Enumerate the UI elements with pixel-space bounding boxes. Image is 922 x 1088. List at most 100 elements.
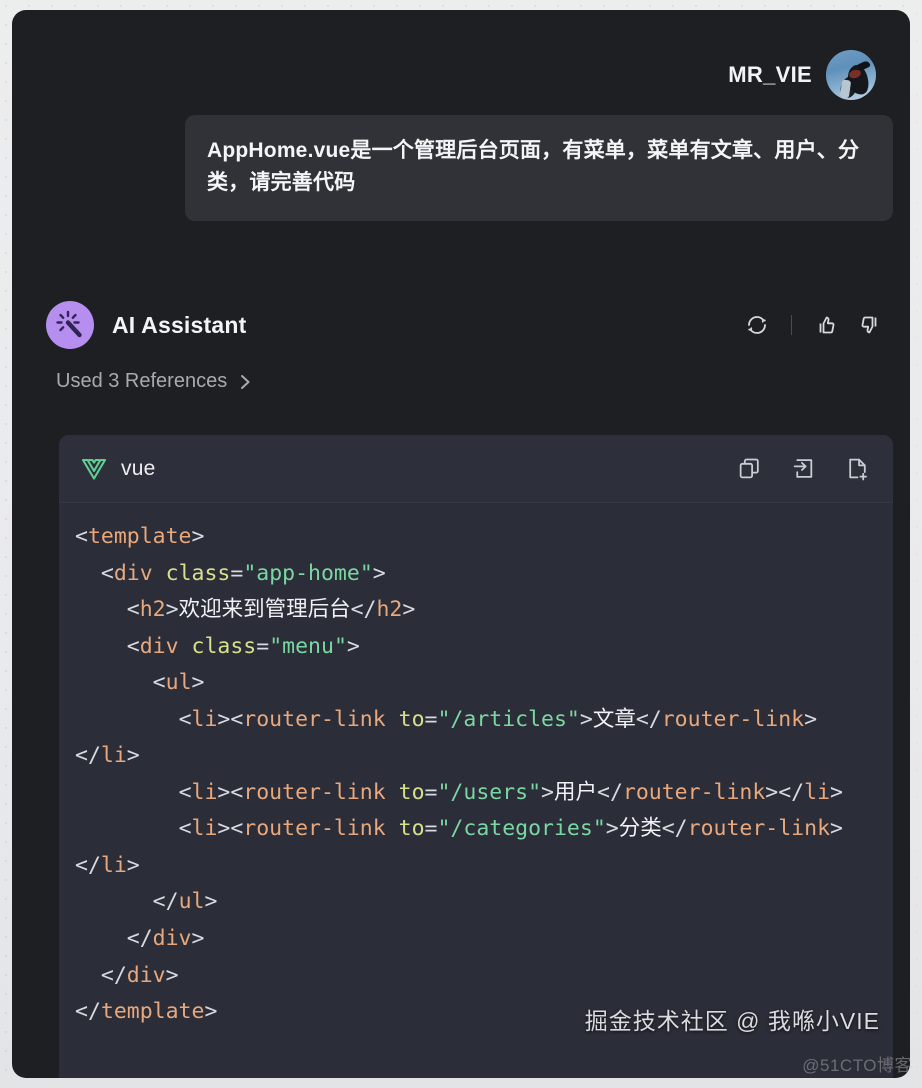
code-token-punct: > (165, 597, 179, 623)
code-token-punct (179, 634, 192, 659)
code-token-punct: > (126, 852, 140, 878)
code-token-punct (153, 561, 166, 586)
code-token-punct: > (605, 816, 619, 842)
code-token-punct: > (346, 633, 360, 659)
assistant-action-bar (743, 311, 884, 339)
code-token-str: "app-home" (243, 560, 373, 586)
code-token-str: "/articles" (437, 706, 580, 732)
code-token-tag: h2 (376, 597, 403, 623)
avatar[interactable] (826, 50, 876, 100)
code-language-label: vue (121, 456, 156, 480)
magic-wand-sparkle-glyph (56, 310, 82, 338)
regenerate-icon[interactable] (743, 311, 771, 339)
used-references-toggle[interactable]: Used 3 References (56, 370, 252, 393)
user-message-text: AppHome.vue是一个管理后台页面，有菜单，菜单有文章、用户、分类，请完善… (207, 139, 860, 194)
code-token-punct: < (75, 524, 88, 549)
copy-icon[interactable] (735, 455, 763, 483)
code-line: </ul> (75, 884, 877, 921)
code-line: <li><router-link to="/articles">文章</rout… (75, 702, 877, 775)
code-token-punct: > (126, 743, 140, 769)
code-token-tag: router-link (243, 816, 386, 842)
code-token-attr: class (191, 633, 257, 659)
watermark-secondary: @51CTO博客 (802, 1056, 912, 1075)
code-token-tag: template (87, 524, 192, 549)
code-token-tag: router-link (243, 706, 386, 732)
code-line: </div> (75, 958, 877, 995)
code-token-tag: template (100, 999, 205, 1025)
code-token-punct: > (579, 706, 593, 732)
code-line: <template> (75, 519, 877, 556)
code-token-punct: >< (217, 706, 244, 732)
code-token-punct: > (191, 670, 205, 696)
code-token-tag: div (152, 926, 192, 952)
used-references-label: Used 3 References (56, 370, 228, 392)
code-token-punct: = (424, 706, 438, 732)
watermark-primary: 掘金技术社区 @ 我喺小VIE (584, 1008, 880, 1034)
code-token-punct: > (191, 524, 205, 549)
code-token-punct: < (75, 816, 192, 842)
code-token-punct: = (230, 560, 244, 586)
code-token-attr: to (398, 706, 425, 732)
code-token-punct: > (402, 597, 416, 623)
code-token-punct: </ (350, 597, 377, 623)
code-token-punct: < (75, 560, 114, 586)
code-token-punct: = (256, 633, 270, 659)
code-token-attr: to (398, 816, 425, 842)
code-token-tag: router-link (687, 816, 831, 842)
code-line: </div> (75, 921, 877, 958)
code-token-punct: >< (217, 779, 244, 805)
insert-at-cursor-icon[interactable] (789, 455, 817, 483)
code-token-text: 用户 (554, 779, 598, 805)
code-token-str: "/categories" (437, 816, 606, 842)
code-token-punct: </ (597, 779, 623, 805)
code-token-punct: < (75, 633, 140, 659)
code-token-punct: < (75, 670, 166, 696)
code-token-punct: </ (75, 999, 101, 1025)
code-token-tag: router-link (661, 706, 805, 732)
code-token-punct: = (424, 779, 438, 805)
code-line: <div class="app-home"> (75, 556, 877, 593)
code-line: <div class="menu"> (75, 629, 877, 666)
code-token-tag: h2 (139, 597, 166, 623)
user-name: MR_VIE (728, 62, 812, 87)
code-line: <ul> (75, 665, 877, 702)
code-block-action-bar (735, 455, 871, 483)
code-block: vue <template> <div class="app-home"> <h… (59, 435, 893, 1078)
code-block-header: vue (59, 435, 893, 503)
assistant-name: AI Assistant (112, 311, 247, 338)
code-token-punct: >< (217, 816, 244, 842)
code-token-tag: li (100, 743, 127, 769)
code-token-tag: div (139, 633, 179, 659)
code-content[interactable]: <template> <div class="app-home"> <h2>欢迎… (59, 503, 893, 1041)
code-token-punct: </ (75, 889, 179, 915)
chat-panel: MR_VIE AppHome.vue是一个管理后台页面，有菜单，菜单有文章、用户… (12, 10, 910, 1078)
user-message-bubble[interactable]: AppHome.vue是一个管理后台页面，有菜单，菜单有文章、用户、分类，请完善… (185, 115, 893, 221)
code-token-tag: div (126, 962, 166, 988)
code-line: <h2>欢迎来到管理后台</h2> (75, 592, 877, 629)
code-token-text: 欢迎来到管理后台 (178, 597, 351, 623)
code-token-text: 文章 (592, 706, 636, 732)
vue-logo-icon (81, 457, 107, 481)
user-header: MR_VIE (728, 50, 876, 100)
code-token-punct: </ (75, 962, 127, 988)
code-token-punct: > (541, 779, 554, 805)
code-token-tag: li (804, 779, 831, 805)
code-token-tag: ul (178, 889, 205, 915)
thumbs-up-icon[interactable] (812, 311, 840, 339)
code-token-punct: > (204, 889, 218, 915)
chevron-right-icon (239, 372, 252, 392)
code-token-punct: < (75, 597, 140, 623)
assistant-header: AI Assistant (46, 298, 884, 352)
code-token-punct: > (204, 999, 218, 1025)
code-token-punct: </ (661, 816, 688, 842)
code-token-punct (386, 816, 399, 841)
code-token-attr: class (165, 560, 231, 586)
magic-wand-sparkle-icon (46, 301, 94, 349)
code-token-tag: li (100, 852, 127, 878)
new-file-icon[interactable] (843, 455, 871, 483)
outer-frame: MR_VIE AppHome.vue是一个管理后台页面，有菜单，菜单有文章、用户… (0, 0, 922, 1088)
thumbs-down-icon[interactable] (856, 311, 884, 339)
code-token-punct: > (165, 962, 179, 988)
code-token-punct: </ (75, 926, 153, 952)
code-token-punct: ></ (765, 779, 805, 805)
